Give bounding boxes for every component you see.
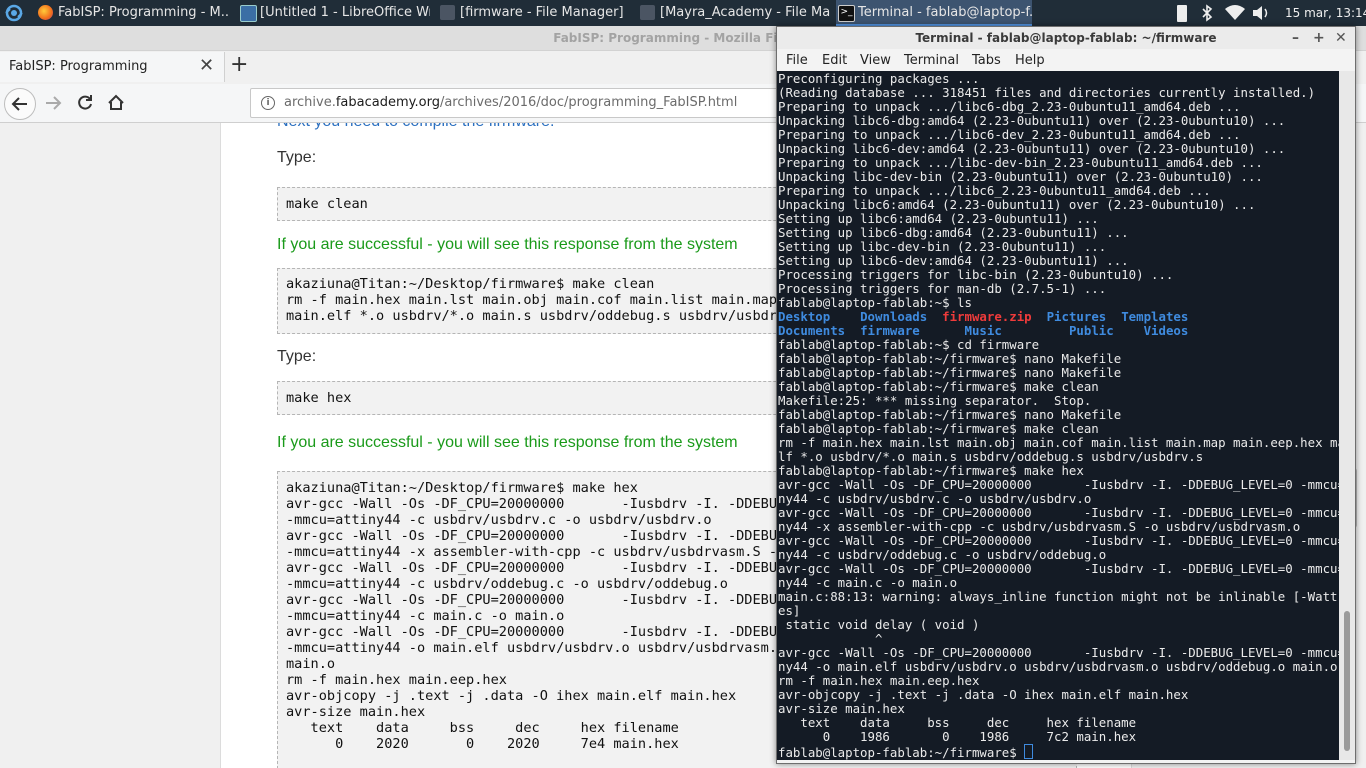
menu-view[interactable]: View [860, 53, 891, 68]
ls-entry: Templates [1121, 309, 1189, 324]
close-tab-icon[interactable]: ✕ [199, 57, 214, 75]
forward-button[interactable] [38, 88, 70, 120]
minimize-icon[interactable]: – [1292, 29, 1299, 47]
firefox-icon [38, 5, 53, 20]
ls-entry: Public [1068, 323, 1114, 338]
maximize-icon[interactable]: + [1313, 29, 1325, 47]
terminal-output[interactable]: Preconfiguring packages ... (Reading dat… [777, 71, 1339, 760]
ls-entry: Downloads [860, 309, 928, 324]
terminal-title: Terminal - fablab@laptop-fablab: ~/firmw… [915, 31, 1217, 45]
task-file-manager-firmware[interactable]: [firmware - File Manager] [438, 0, 630, 26]
top-panel: FabISP: Programming - M... [Untitled 1 -… [0, 0, 1366, 26]
volume-icon[interactable] [1251, 4, 1271, 22]
type-label: Type: [277, 149, 317, 166]
url-text: archive.fabacademy.org/archives/2016/doc… [284, 95, 738, 110]
scrollbar-thumb[interactable] [1344, 611, 1350, 751]
intro-text: Next you need to compile the firmware. [277, 123, 554, 131]
menu-file[interactable]: File [786, 53, 808, 68]
tab-label: FabISP: Programming [9, 59, 148, 74]
home-button[interactable] [101, 88, 133, 120]
terminal-cursor [1024, 744, 1034, 759]
menu-edit[interactable]: Edit [822, 53, 847, 68]
new-tab-icon[interactable]: + [230, 52, 248, 78]
success-text: If you are successful - you will see thi… [277, 434, 738, 451]
ls-entry: Desktop [778, 309, 831, 324]
back-button[interactable] [4, 88, 36, 120]
ls-entry: firmware.zip [942, 309, 1032, 324]
address-bar[interactable]: i archive.fabacademy.org/archives/2016/d… [250, 88, 812, 118]
terminal-prompt: fablab@laptop-fablab:~/firmware$ [778, 745, 1025, 760]
ls-entry: firmware [860, 323, 920, 338]
task-libreoffice[interactable]: [Untitled 1 - LibreOffice Wr... [238, 0, 430, 26]
clock[interactable]: 15 mar, 13:14 [1285, 0, 1366, 26]
menu-help[interactable]: Help [1015, 53, 1045, 68]
terminal-text: Preconfiguring packages ... (Reading dat… [778, 72, 1339, 760]
menu-icon[interactable] [4, 3, 24, 23]
menu-tabs[interactable]: Tabs [972, 53, 1001, 68]
folder-icon [640, 5, 655, 20]
type-label: Type: [277, 348, 317, 365]
folder-icon [440, 5, 455, 20]
task-firefox[interactable]: FabISP: Programming - M... [36, 0, 230, 26]
arrow-right-icon [46, 96, 62, 110]
menu-terminal[interactable]: Terminal [904, 53, 959, 68]
ls-entry: Pictures [1046, 309, 1107, 324]
success-text: If you are successful - you will see thi… [277, 236, 738, 253]
task-terminal[interactable]: >_ Terminal - fablab@laptop-f... [836, 0, 1032, 26]
terminal-menubar: File Edit View Terminal Tabs Help [777, 50, 1355, 72]
task-file-manager-mayra[interactable]: [Mayra_Academy - File Ma... [638, 0, 830, 26]
terminal-window: Terminal - fablab@laptop-fablab: ~/firmw… [776, 26, 1356, 764]
ls-entry: Music [964, 323, 1002, 338]
battery-icon[interactable] [1177, 4, 1187, 22]
bluetooth-icon[interactable] [1201, 4, 1213, 22]
ls-entry: Documents [778, 323, 846, 338]
browser-tab[interactable]: FabISP: Programming ✕ [0, 52, 225, 82]
ls-entry: Videos [1143, 323, 1189, 338]
wifi-icon[interactable] [1224, 4, 1246, 22]
terminal-lines: fablab@laptop-fablab:~$ cd firmware fabl… [778, 337, 1339, 744]
reload-icon [78, 95, 92, 110]
terminal-scrollbar[interactable] [1339, 71, 1355, 760]
close-icon[interactable]: ✕ [1335, 29, 1347, 47]
document-icon [240, 5, 257, 22]
terminal-lines: Preconfiguring packages ... (Reading dat… [778, 71, 1316, 310]
info-icon[interactable]: i [261, 96, 275, 110]
terminal-icon: >_ [838, 5, 855, 22]
terminal-titlebar[interactable]: Terminal - fablab@laptop-fablab: ~/firmw… [777, 27, 1355, 49]
home-icon [108, 94, 124, 110]
arrow-left-icon [11, 97, 27, 111]
reload-button[interactable] [70, 88, 102, 120]
